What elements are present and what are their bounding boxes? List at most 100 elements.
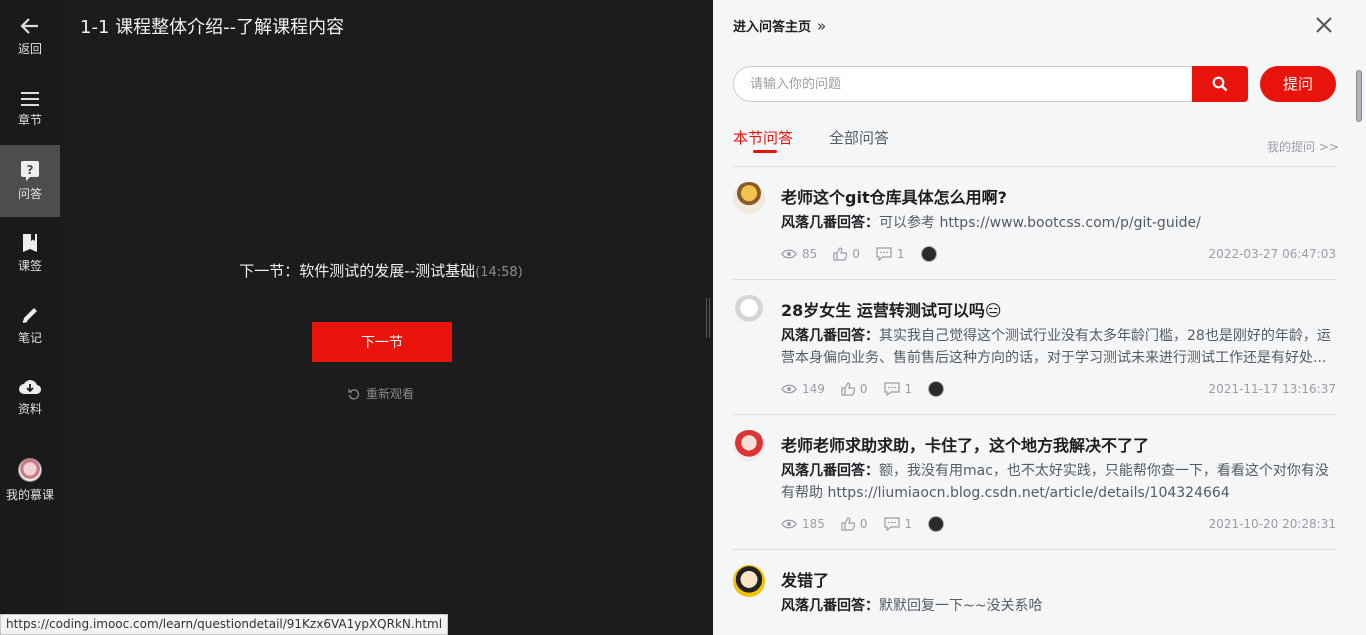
- question-icon: ?: [21, 160, 39, 181]
- nav-back[interactable]: 返回: [0, 0, 60, 72]
- rewatch-button[interactable]: 重新观看: [60, 385, 702, 402]
- nav-notes[interactable]: 笔记: [0, 289, 60, 361]
- views-count: 185: [802, 517, 825, 531]
- answerer-avatar: [928, 516, 945, 532]
- next-lesson-name: 下一节：软件测试的发展--测试基础: [239, 262, 476, 280]
- nav-materials[interactable]: 资料: [0, 361, 60, 433]
- status-bar-url: https://coding.imooc.com/learn/questiond…: [0, 614, 449, 635]
- question-title[interactable]: 老师老师求助求助，卡住了，这个地方我解决不了了: [781, 432, 1149, 456]
- search-button[interactable]: [1192, 66, 1248, 102]
- likes-count: 0: [852, 247, 860, 261]
- left-nav: 返回 章节 ? 问答 课签 笔记 资料 我的慕课: [0, 0, 60, 635]
- thumbs-up-icon: [841, 517, 855, 531]
- nav-bookmarks[interactable]: 课签: [0, 217, 60, 289]
- next-lesson-button[interactable]: 下一节: [312, 322, 452, 362]
- comments-stat[interactable]: 1: [883, 382, 913, 396]
- views-stat: 149: [781, 382, 825, 396]
- comment-icon: [876, 247, 892, 261]
- question-search-input[interactable]: [733, 66, 1193, 102]
- answerer-avatar: [920, 246, 937, 262]
- question-item[interactable]: 发错了 风落几番回答：默默回复一下~~没关系哈: [733, 549, 1336, 635]
- question-item[interactable]: 老师老师求助求助，卡住了，这个地方我解决不了了 风落几番回答：额，我没有用mac…: [733, 414, 1336, 549]
- eye-icon: [781, 384, 797, 394]
- nav-my-course[interactable]: 我的慕课: [0, 440, 60, 520]
- next-lesson-text: 下一节：软件测试的发展--测试基础(14:58): [60, 260, 702, 281]
- comments-stat[interactable]: 1: [883, 517, 913, 531]
- answerer-avatar: [928, 381, 945, 397]
- nav-chapters[interactable]: 章节: [0, 73, 60, 145]
- qa-panel: 进入问答主页 » 提问 本节问答 全部问答 我的提问 >> 老师这个git仓库具…: [713, 0, 1366, 635]
- nav-bookmarks-label: 课签: [17, 258, 42, 273]
- menu-icon: [21, 91, 39, 106]
- panel-resize-handle[interactable]: [706, 298, 710, 338]
- video-player: 1-1 课程整体介绍--了解课程内容 下一节：软件测试的发展--测试基础(14:…: [60, 0, 713, 635]
- views-count: 85: [802, 247, 818, 261]
- nav-notes-label: 笔记: [17, 330, 42, 345]
- replay-icon: [348, 388, 360, 399]
- close-icon[interactable]: [1313, 14, 1335, 36]
- comments-count: 1: [896, 247, 905, 261]
- nav-back-label: 返回: [17, 41, 42, 56]
- eye-icon: [781, 519, 797, 529]
- active-tab-indicator: [753, 150, 777, 153]
- views-stat: 185: [781, 517, 825, 531]
- question-time: 2021-11-17 13:16:37: [1208, 382, 1336, 396]
- question-title[interactable]: 老师这个git仓库具体怎么用啊?: [781, 184, 1007, 208]
- nav-qa[interactable]: ? 问答: [0, 145, 60, 217]
- pencil-icon: [22, 307, 37, 323]
- question-answer: 风落几番回答：额，我没有用mac，也不太好实践，只能帮你查一下，看看这个对你有没…: [781, 460, 1336, 504]
- thumbs-up-icon: [841, 382, 855, 396]
- comments-count: 1: [904, 382, 913, 396]
- next-lesson-duration: (14:58): [475, 265, 523, 280]
- views-count: 149: [802, 382, 825, 396]
- views-stat: 85: [781, 247, 817, 261]
- avatar: [733, 295, 765, 327]
- question-title[interactable]: 发错了: [781, 567, 829, 591]
- nav-my-course-label: 我的慕课: [5, 487, 54, 502]
- answer-text: 可以参考 https://www.bootcss.com/p/git-guide…: [879, 215, 1201, 231]
- answerer-name: 风落几番回答：: [781, 328, 879, 344]
- avatar: [733, 430, 765, 462]
- likes-count: 0: [859, 382, 868, 396]
- likes-stat[interactable]: 0: [841, 382, 868, 396]
- nav-materials-label: 资料: [17, 401, 42, 416]
- answer-text: 默默回复一下~~没关系哈: [879, 598, 1043, 614]
- question-meta: 149 0 1 2021-11-17 13:16:37: [781, 380, 1336, 398]
- question-item[interactable]: 老师这个git仓库具体怎么用啊? 风落几番回答：可以参考 https://www…: [733, 166, 1336, 279]
- user-avatar: [18, 457, 42, 482]
- comments-count: 1: [904, 517, 913, 531]
- answerer-name: 风落几番回答：: [781, 598, 879, 614]
- scroll-thumb[interactable]: [1356, 70, 1362, 122]
- double-chevron-right-icon: »: [817, 16, 827, 35]
- likes-stat[interactable]: 0: [833, 247, 860, 261]
- question-meta: 185 0 1 2021-10-20 20:28:31: [781, 515, 1336, 533]
- comment-icon: [883, 517, 900, 531]
- search-icon: [1212, 76, 1228, 92]
- svg-text:?: ?: [27, 163, 34, 177]
- tab-section-qa[interactable]: 本节问答: [733, 127, 793, 148]
- rewatch-label: 重新观看: [365, 387, 414, 401]
- question-title[interactable]: 28岁女生 运营转测试可以吗😑: [781, 297, 1002, 321]
- qa-home-link[interactable]: 进入问答主页 »: [733, 16, 827, 36]
- likes-count: 0: [859, 517, 868, 531]
- question-item[interactable]: 28岁女生 运营转测试可以吗😑 风落几番回答：其实我自己觉得这个测试行业没有太多…: [733, 279, 1336, 414]
- qa-scrollbar[interactable]: [1354, 48, 1364, 635]
- nav-chapters-label: 章节: [17, 112, 42, 127]
- likes-stat[interactable]: 0: [841, 517, 868, 531]
- thumbs-up-icon: [833, 247, 848, 261]
- answerer-name: 风落几番回答：: [781, 463, 879, 479]
- question-meta: 85 0 1 2022-03-27 06:47:03: [781, 245, 1336, 263]
- avatar: [733, 182, 765, 214]
- ask-question-button[interactable]: 提问: [1260, 66, 1336, 102]
- bookmark-icon: [23, 233, 37, 252]
- question-answer: 风落几番回答：其实我自己觉得这个测试行业没有太多年龄门槛，28也是刚好的年龄，运…: [781, 325, 1336, 369]
- question-answer: 风落几番回答：默默回复一下~~没关系哈: [781, 595, 1336, 617]
- question-answer: 风落几番回答：可以参考 https://www.bootcss.com/p/gi…: [781, 212, 1336, 234]
- arrow-left-icon: [20, 17, 38, 34]
- cloud-download-icon: [19, 379, 42, 394]
- question-time: 2021-10-20 20:28:31: [1208, 517, 1336, 531]
- tab-all-qa[interactable]: 全部问答: [829, 127, 889, 148]
- comments-stat[interactable]: 1: [876, 247, 905, 261]
- comment-icon: [883, 382, 900, 396]
- my-questions-link[interactable]: 我的提问 >>: [1267, 138, 1339, 155]
